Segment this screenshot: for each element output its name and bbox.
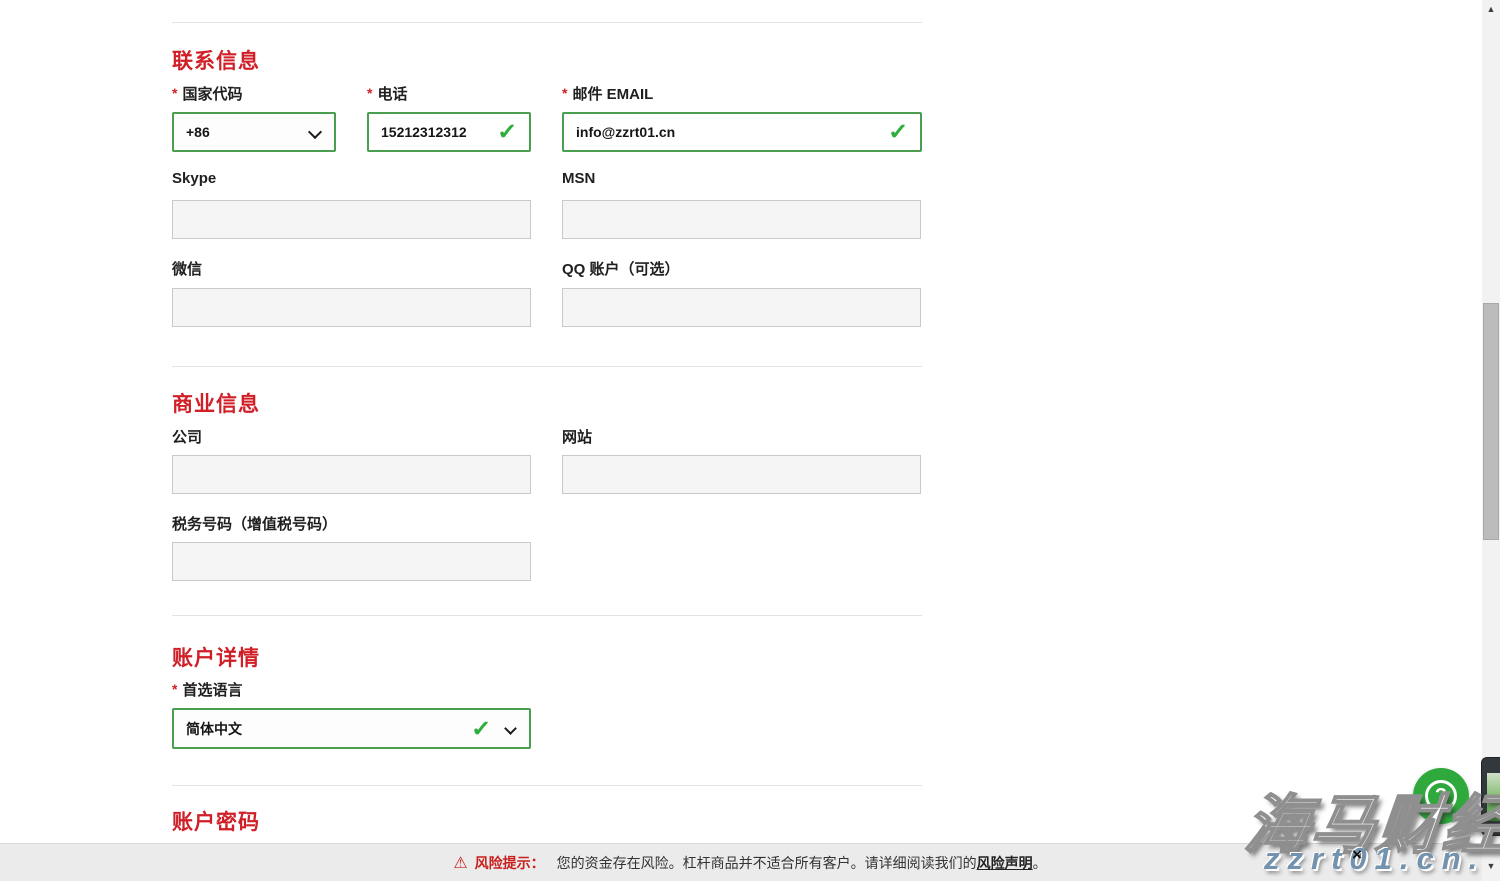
wechat-label: 微信	[172, 258, 202, 279]
scroll-up-icon[interactable]: ▲	[1482, 3, 1500, 15]
skype-input[interactable]	[173, 201, 530, 238]
wechat-field	[172, 288, 531, 327]
tax-number-input[interactable]	[173, 543, 530, 580]
risk-warning-label: 风险提示：	[475, 853, 545, 873]
website-label: 网站	[562, 426, 592, 447]
warning-icon: ⚠	[453, 853, 467, 873]
required-asterisk: *	[172, 85, 177, 101]
qq-label: QQ 账户（可选）	[562, 258, 680, 279]
scrollbar[interactable]: ▲ ▼	[1482, 0, 1500, 881]
qq-input[interactable]	[563, 289, 920, 326]
country-code-label: *国家代码	[172, 83, 242, 104]
email-label: *邮件 EMAIL	[562, 83, 653, 104]
phone-input[interactable]	[369, 114, 589, 150]
business-section-title: 商业信息	[172, 388, 260, 418]
language-select[interactable]: 简体中文 ✓	[172, 708, 531, 749]
contact-section-title: 联系信息	[172, 45, 260, 75]
check-icon: ✓	[888, 121, 908, 143]
required-asterisk: *	[172, 681, 177, 697]
required-asterisk: *	[562, 85, 567, 101]
close-icon[interactable]: ×	[1352, 846, 1362, 863]
risk-warning-text: 您的资金存在风险。杠杆商品并不适合所有客户。请详细阅读我们的	[557, 853, 977, 873]
required-asterisk: *	[367, 85, 372, 101]
scrollbar-thumb[interactable]	[1483, 303, 1499, 540]
password-section-title: 账户密码	[172, 806, 260, 836]
email-input[interactable]	[564, 114, 920, 150]
risk-statement-link[interactable]: 风险声明	[977, 853, 1033, 873]
tax-number-field	[172, 542, 531, 581]
help-button[interactable]: ?	[1413, 768, 1469, 824]
msn-label: MSN	[562, 170, 595, 187]
scroll-down-icon[interactable]: ▼	[1482, 860, 1500, 872]
tax-number-label: 税务号码（增值税号码）	[172, 513, 337, 534]
email-field: ✓	[562, 112, 922, 152]
country-code-value: +86	[174, 124, 210, 140]
msn-input[interactable]	[563, 201, 920, 238]
check-icon: ✓	[497, 121, 517, 143]
section-divider	[172, 615, 922, 616]
company-field	[172, 455, 531, 494]
risk-warning-suffix: 。	[1033, 853, 1047, 873]
company-input[interactable]	[173, 456, 530, 493]
language-value: 简体中文	[174, 719, 242, 739]
chevron-down-icon	[504, 722, 517, 735]
country-code-select[interactable]: +86	[172, 112, 336, 152]
phone-field: ✓	[367, 112, 531, 152]
msn-field	[562, 200, 921, 239]
language-label: *首选语言	[172, 679, 242, 700]
phone-screen-icon	[1487, 773, 1500, 821]
website-input[interactable]	[563, 456, 920, 493]
section-divider	[172, 785, 922, 786]
section-divider	[172, 366, 922, 367]
risk-warning-bar: ⚠ 风险提示： 您的资金存在风险。杠杆商品并不适合所有客户。请详细阅读我们的 风…	[0, 843, 1500, 881]
account-section-title: 账户详情	[172, 642, 260, 672]
skype-field	[172, 200, 531, 239]
check-icon: ✓	[471, 718, 491, 740]
wechat-input[interactable]	[173, 289, 530, 326]
website-field	[562, 455, 921, 494]
chevron-down-icon	[308, 125, 322, 139]
phone-widget[interactable]	[1481, 757, 1500, 836]
phone-label: *电话	[367, 83, 407, 104]
qq-field	[562, 288, 921, 327]
company-label: 公司	[172, 426, 202, 447]
section-divider	[172, 22, 922, 23]
question-icon: ?	[1425, 780, 1457, 812]
skype-label: Skype	[172, 170, 216, 187]
